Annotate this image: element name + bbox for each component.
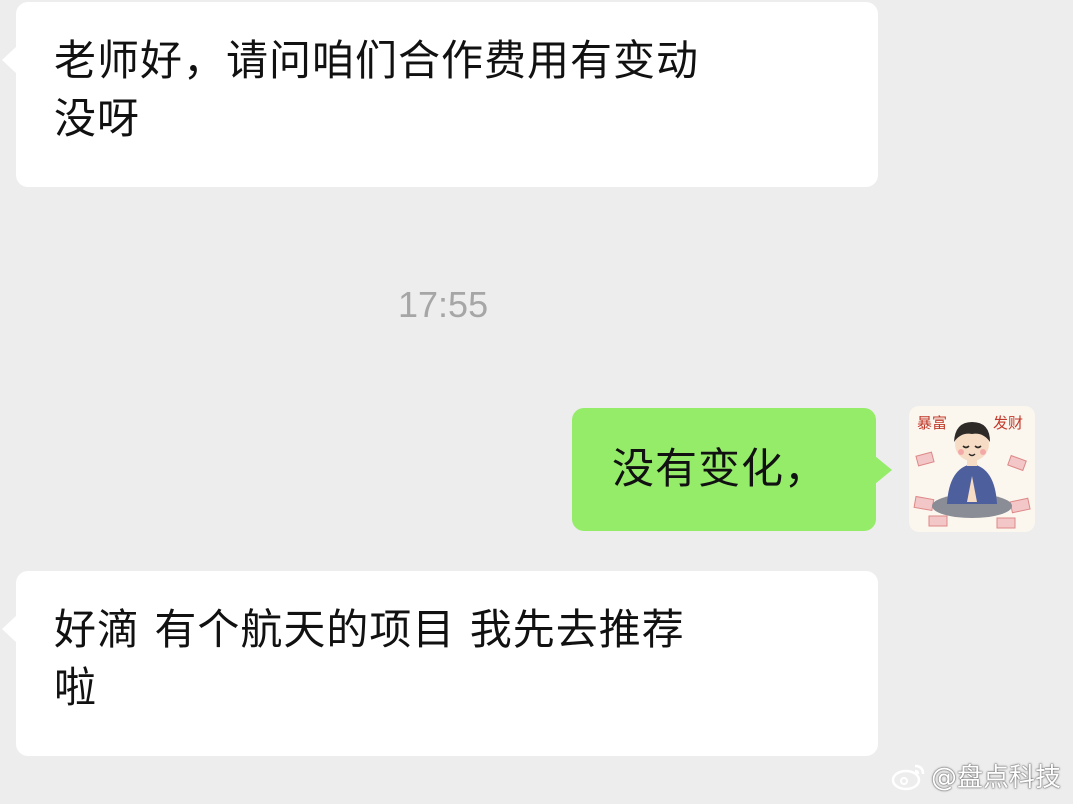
- avatar-caption-left: 暴富: [917, 414, 947, 432]
- outgoing-message-bubble[interactable]: 没有变化，: [572, 408, 892, 531]
- message-timestamp: 17:55: [398, 284, 489, 325]
- message-text: 没有变化，: [612, 444, 828, 493]
- incoming-message-bubble[interactable]: 好滴 有个航天的项目 我先去推荐 啦: [2, 571, 878, 756]
- watermark-text: @盘点科技: [930, 763, 1061, 793]
- message-text: 好滴 有个航天的项目 我先去推荐 啦: [54, 605, 685, 712]
- message-text: 老师好，请问咱们合作费用有变动 没呀: [54, 36, 700, 143]
- incoming-message-bubble[interactable]: 老师好，请问咱们合作费用有变动 没呀: [2, 2, 878, 187]
- avatar-caption-right: 发财: [993, 414, 1023, 432]
- avatar[interactable]: 暴富 发财: [909, 406, 1035, 532]
- avatar-praying-boy-icon: 暴富 发财: [913, 414, 1031, 529]
- watermark: @盘点科技: [891, 757, 1061, 794]
- weibo-icon: [891, 764, 925, 790]
